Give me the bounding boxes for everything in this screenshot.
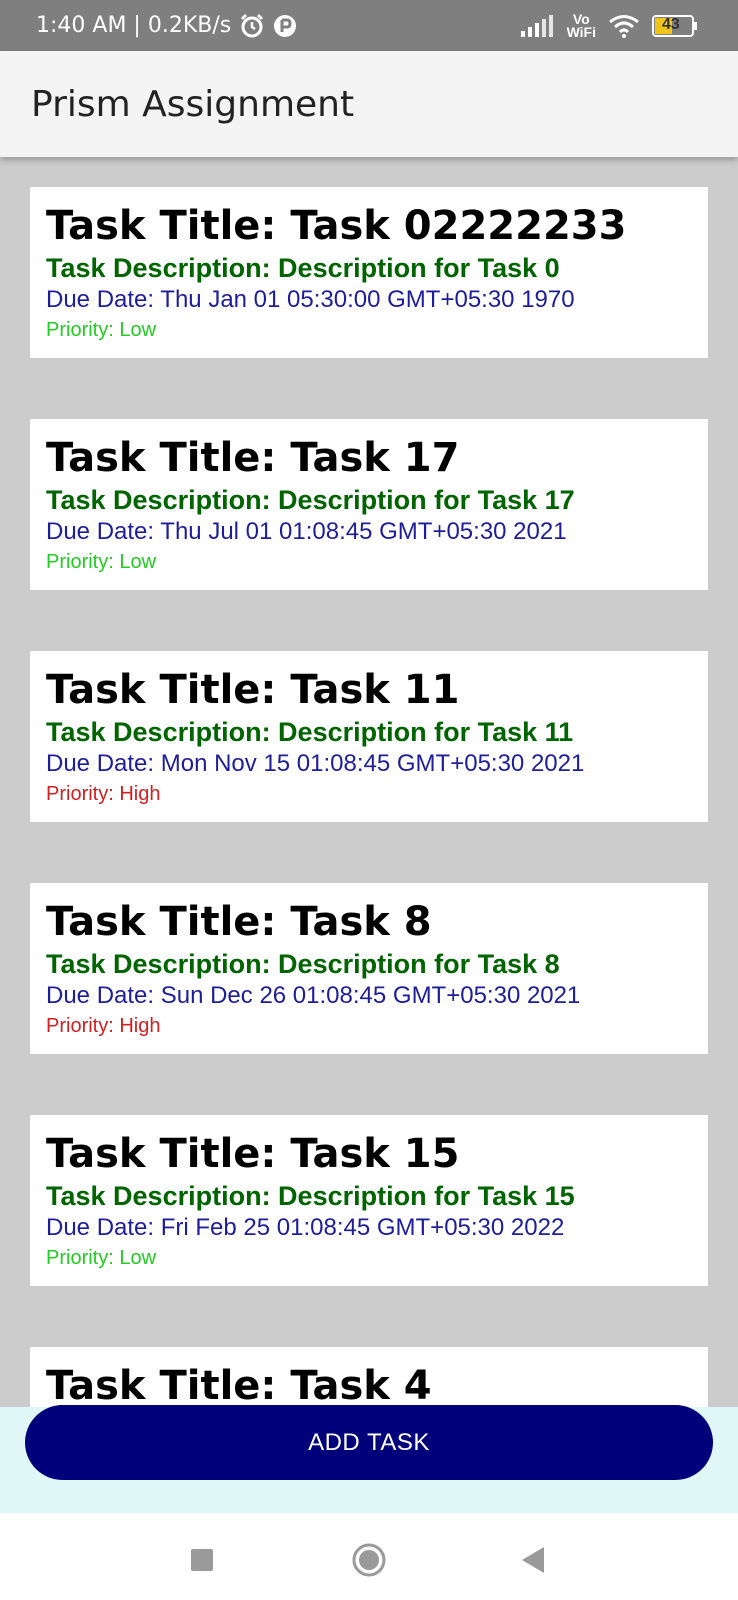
task-title: Task Title: Task 8 xyxy=(46,899,432,945)
back-button[interactable] xyxy=(513,1540,553,1580)
task-title: Task Title: Task 02222233 xyxy=(46,203,627,249)
vowifi-label: Vo WiFi xyxy=(566,10,596,40)
recents-button[interactable] xyxy=(182,1540,222,1580)
task-card[interactable]: Task Title: Task 15 Task Description: De… xyxy=(30,1115,708,1286)
task-title: Task Title: Task 15 xyxy=(46,1131,460,1177)
wifi-icon xyxy=(608,14,640,38)
task-list[interactable]: Task Title: Task 02222233 Task Descripti… xyxy=(0,157,738,1407)
notification-app-icon xyxy=(273,14,297,38)
task-priority: Priority: Low xyxy=(46,319,157,341)
task-due-date: Due Date: Sun Dec 26 01:08:45 GMT+05:30 … xyxy=(46,982,581,1009)
task-due-date: Due Date: Thu Jan 01 05:30:00 GMT+05:30 … xyxy=(46,286,575,313)
task-description: Task Description: Description for Task 0 xyxy=(46,253,560,283)
task-card[interactable]: Task Title: Task 17 Task Description: De… xyxy=(30,419,708,590)
home-button[interactable] xyxy=(349,1540,389,1580)
task-priority: Priority: High xyxy=(46,1015,161,1037)
task-title: Task Title: Task 4 xyxy=(46,1363,432,1407)
task-priority: Priority: Low xyxy=(46,1247,157,1269)
task-card[interactable]: Task Title: Task 4 xyxy=(30,1347,708,1407)
task-priority: Priority: Low xyxy=(46,551,157,573)
screen: 1:40 AM | 0.2KB/s Vo WiFi 43 Prism Assig… xyxy=(0,0,738,1600)
task-card[interactable]: Task Title: Task 02222233 Task Descripti… xyxy=(30,187,708,358)
battery-level: 43 xyxy=(662,15,680,33)
status-right: Vo WiFi 43 xyxy=(520,10,698,40)
task-card[interactable]: Task Title: Task 11 Task Description: De… xyxy=(30,651,708,822)
status-bar: 1:40 AM | 0.2KB/s Vo WiFi 43 xyxy=(0,0,738,51)
task-due-date: Due Date: Fri Feb 25 01:08:45 GMT+05:30 … xyxy=(46,1214,565,1241)
app-title: Prism Assignment xyxy=(31,83,355,125)
task-card[interactable]: Task Title: Task 8 Task Description: Des… xyxy=(30,883,708,1054)
signal-icon xyxy=(520,14,555,37)
task-description: Task Description: Description for Task 8 xyxy=(46,949,560,979)
task-description: Task Description: Description for Task 1… xyxy=(46,717,574,747)
task-description: Task Description: Description for Task 1… xyxy=(46,485,575,515)
battery-icon: 43 xyxy=(652,14,698,37)
add-task-button[interactable]: ADD TASK xyxy=(25,1405,713,1480)
task-title: Task Title: Task 11 xyxy=(46,667,460,713)
app-bar: Prism Assignment xyxy=(0,51,738,157)
status-left: 1:40 AM | 0.2KB/s xyxy=(36,13,297,39)
task-title: Task Title: Task 17 xyxy=(46,435,460,481)
task-priority: Priority: High xyxy=(46,783,161,805)
triangle-back-icon xyxy=(520,1546,546,1574)
square-icon xyxy=(190,1548,214,1572)
task-description: Task Description: Description for Task 1… xyxy=(46,1181,575,1211)
time-speed: 1:40 AM | 0.2KB/s xyxy=(36,13,232,38)
task-due-date: Due Date: Thu Jul 01 01:08:45 GMT+05:30 … xyxy=(46,518,567,545)
alarm-icon xyxy=(239,13,265,39)
task-due-date: Due Date: Mon Nov 15 01:08:45 GMT+05:30 … xyxy=(46,750,585,777)
circle-icon xyxy=(351,1542,387,1578)
